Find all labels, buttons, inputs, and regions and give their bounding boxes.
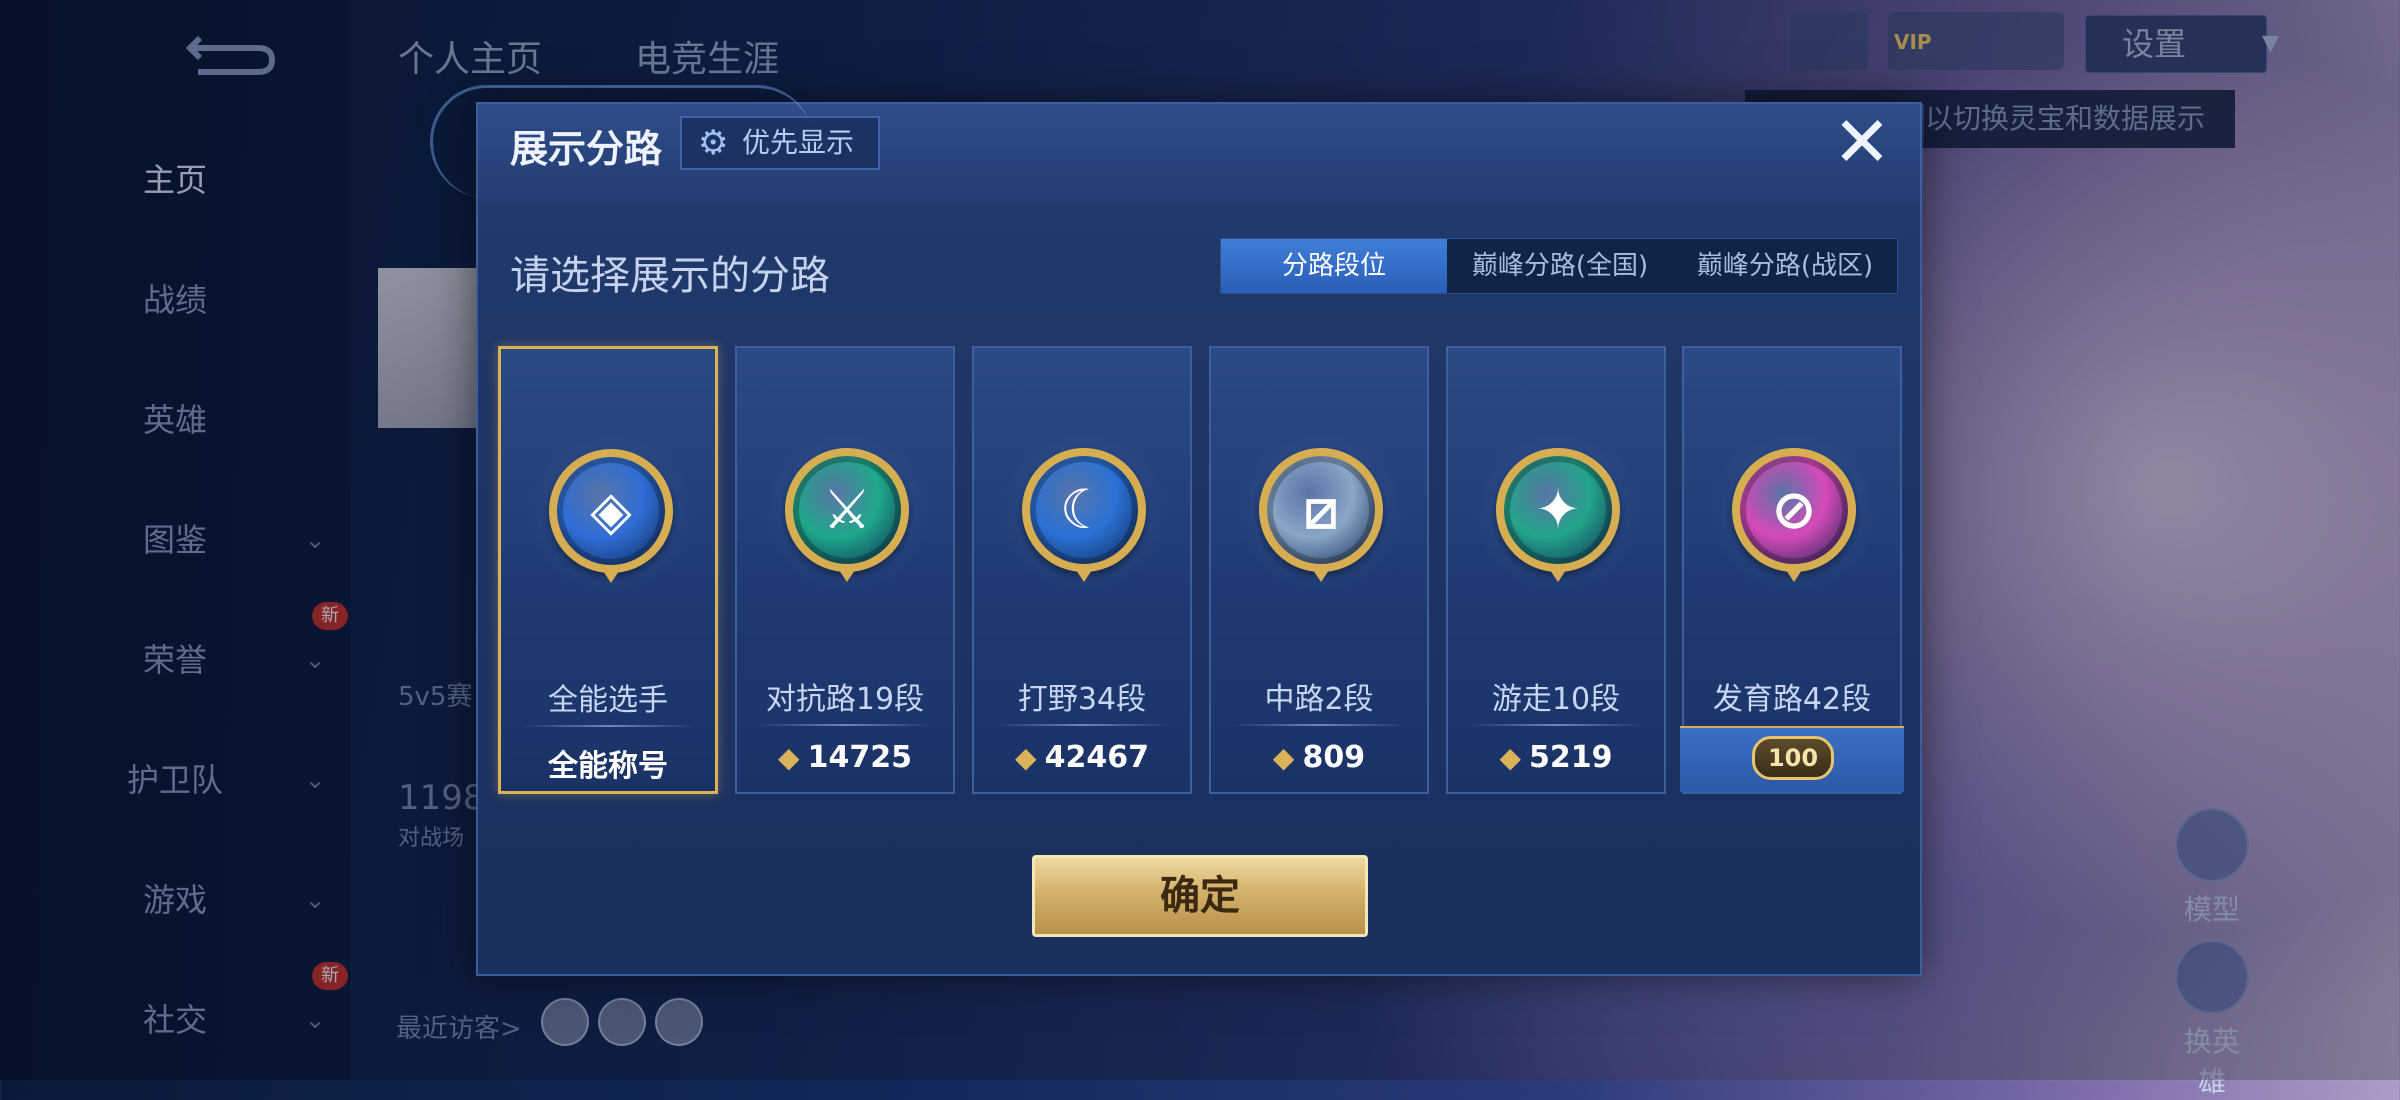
lane-rank-label: 打野34段: [1017, 682, 1147, 717]
lane-points: ◆ 42467: [974, 740, 1190, 775]
lane-points: 全能称号: [501, 741, 715, 785]
lane-points: ◆ 14725: [737, 740, 953, 775]
tab-lane-rank[interactable]: 分路段位: [1221, 239, 1447, 293]
lane-card[interactable]: ◈ 全能选手全能称号: [498, 346, 718, 794]
priority-display-label: 优先显示: [742, 126, 855, 159]
points-icon: ◆: [1015, 741, 1037, 774]
lane-rank-label: 对抗路19段: [765, 682, 925, 717]
confirm-button[interactable]: 确定: [1032, 855, 1368, 937]
lane-rank-label: 全能选手: [548, 683, 668, 718]
rank-medal-icon: ⧄: [1239, 428, 1403, 592]
lane-rank-label: 游走10段: [1491, 682, 1621, 717]
medal-glyph: ⧄: [1303, 478, 1339, 541]
card-divider: [1231, 724, 1407, 726]
lane-card[interactable]: ⚔ 对抗路19段 ◆ 14725: [735, 346, 955, 794]
medal-glyph: ◈: [590, 479, 632, 542]
card-divider: [994, 724, 1170, 726]
rank-medal-icon: ⊘: [1712, 428, 1876, 592]
lane-points-value: 全能称号: [548, 749, 668, 784]
gear-icon: ⚙: [698, 123, 729, 163]
medal-glyph: ⊘: [1771, 478, 1817, 541]
lane-points-value: 5219: [1529, 740, 1613, 775]
points-icon: ◆: [778, 741, 800, 774]
medal-glyph: ⚔: [822, 478, 872, 541]
close-icon[interactable]: ✕: [1830, 107, 1894, 177]
dialog-subtitle: 请选择展示的分路: [510, 253, 830, 299]
lane-points: ◆ 809: [1211, 740, 1427, 775]
dialog-title: 展示分路: [510, 127, 663, 171]
card-divider: [757, 724, 933, 726]
lane-points-value: 809: [1302, 740, 1366, 775]
lane-points: ◆ 5219: [1448, 740, 1664, 775]
rank-medal-icon: ◈: [529, 429, 693, 593]
card-divider: [1468, 724, 1644, 726]
rank-medal-icon: ☾: [1002, 428, 1166, 592]
priority-display-button[interactable]: ⚙ 优先显示: [680, 116, 880, 170]
rank-medal-icon: ⚔: [765, 428, 929, 592]
level-badge: 100: [1752, 736, 1834, 780]
lane-card[interactable]: ✦ 游走10段 ◆ 5219: [1446, 346, 1666, 794]
tab-peak-lane-region[interactable]: 巅峰分路(战区): [1673, 239, 1897, 293]
lane-card[interactable]: ⧄ 中路2段 ◆ 809: [1209, 346, 1429, 794]
lane-rank-label: 中路2段: [1264, 682, 1374, 717]
card-divider: [521, 725, 697, 727]
lane-mode-tabs: 分路段位 巅峰分路(全国) 巅峰分路(战区): [1220, 238, 1898, 294]
medal-glyph: ✦: [1535, 478, 1581, 541]
rank-medal-icon: ✦: [1476, 428, 1640, 592]
lane-points-value: 42467: [1044, 740, 1149, 775]
lane-card[interactable]: ⊘ 发育路42段 100: [1680, 346, 1904, 794]
points-icon: ◆: [1272, 741, 1295, 774]
tab-peak-lane-national[interactable]: 巅峰分路(全国): [1447, 239, 1673, 293]
lane-points-value: 14725: [807, 740, 912, 775]
medal-glyph: ☾: [1059, 478, 1109, 541]
level-banner: 100: [1680, 726, 1904, 792]
lane-rank-label: 发育路42段: [1712, 682, 1872, 717]
lane-card[interactable]: ☾ 打野34段 ◆ 42467: [972, 346, 1192, 794]
points-icon: ◆: [1499, 741, 1522, 774]
